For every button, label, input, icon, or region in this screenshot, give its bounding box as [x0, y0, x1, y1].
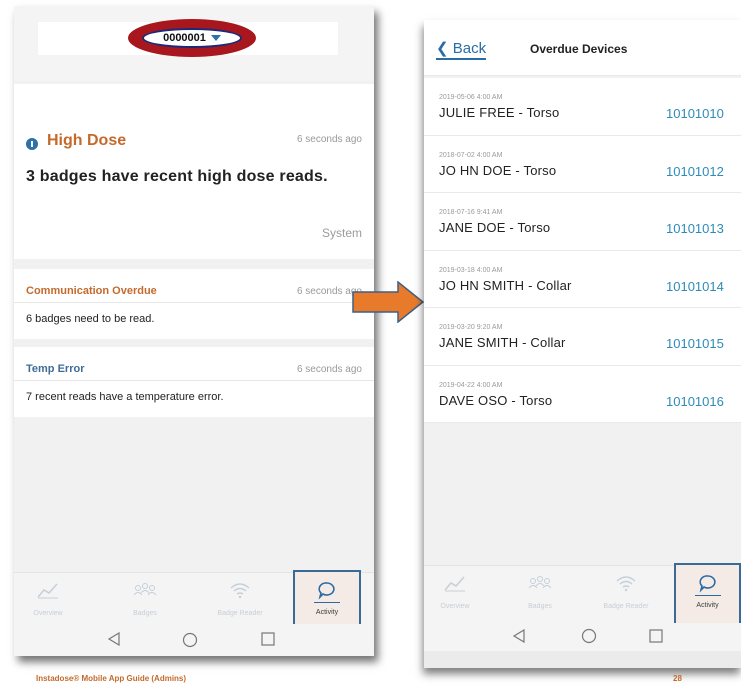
card-divider: [14, 380, 374, 381]
tab-label: Activity: [696, 602, 719, 609]
device-date: 2019-05-06 4:00 AM: [439, 94, 503, 101]
device-serial: 10101014: [666, 278, 724, 294]
home-circle-icon[interactable]: [581, 628, 597, 646]
info-icon: [26, 138, 38, 150]
back-triangle-icon[interactable]: [512, 628, 526, 645]
speech-bubble-icon: [698, 573, 718, 593]
temp-error-card[interactable]: Temp Error 6 seconds ago 7 recent reads …: [14, 347, 374, 417]
dropdown-triangle-icon: [210, 35, 221, 41]
page-title: Overdue Devices: [530, 42, 628, 56]
device-selector[interactable]: 0000001: [142, 28, 242, 48]
tab-activity[interactable]: Activity: [293, 570, 361, 626]
device-wearer: JO HN SMITH - Collar: [439, 277, 572, 293]
device-serial: 10101010: [666, 106, 724, 121]
list-item[interactable]: 2019-03-18 4:00 AM JO HN SMITH - Collar …: [424, 251, 741, 308]
temp-error-time: 6 seconds ago: [296, 364, 362, 375]
home-circle-icon[interactable]: [182, 632, 198, 650]
android-nav-bar: [14, 624, 374, 656]
temp-error-message: 7 recent reads have a temperature error.: [26, 391, 224, 403]
wifi-icon: [229, 581, 251, 601]
back-button[interactable]: ❮ Back: [436, 39, 487, 60]
device-wearer: JANE DOE - Torso: [439, 220, 551, 235]
transition-arrow-icon: [352, 281, 424, 323]
tab-label: Overview: [33, 610, 63, 617]
tab-label: Badges: [528, 603, 552, 610]
high-dose-card[interactable]: High Dose 6 seconds ago 3 badges have re…: [14, 84, 374, 259]
device-serial: 10101016: [666, 393, 724, 409]
device-selector-highlight: 0000001: [128, 19, 256, 57]
temp-error-title: Temp Error: [26, 363, 85, 375]
trend-line-icon: [37, 581, 59, 601]
activity-header: 0000001: [14, 6, 374, 81]
tab-label: Badge Reader: [217, 610, 263, 617]
device-date: 2018-07-02 4:00 AM: [439, 151, 503, 159]
communication-overdue-message: 6 badges need to be read.: [26, 313, 155, 325]
list-item[interactable]: 2018-07-16 9:41 AM JANE DOE - Torso 1010…: [424, 193, 741, 251]
tab-overview[interactable]: Overview: [20, 573, 76, 625]
people-group-icon: [131, 581, 159, 601]
phone-bottom-bezel: [424, 651, 741, 668]
high-dose-message: 3 badges have recent high dose reads.: [26, 168, 328, 185]
list-item[interactable]: 2018-07-02 4:00 AM JO HN DOE - Torso 101…: [424, 136, 741, 193]
device-id-value: 0000001: [163, 32, 206, 44]
device-date: 2018-07-16 9:41 AM: [439, 209, 503, 216]
bottom-tab-bar: Overview Badges Badge Reader Activity: [424, 563, 741, 625]
activity-screen: 0000001 High Dose 6 seconds ago 3 badges…: [14, 6, 374, 656]
device-wearer: JO HN DOE - Torso: [439, 162, 557, 178]
device-serial: 10101015: [666, 336, 724, 351]
recents-square-icon[interactable]: [649, 629, 663, 645]
communication-overdue-title: Communication Overdue: [26, 285, 157, 297]
overdue-devices-screen: ❮ Back Overdue Devices 2019-05-06 4:00 A…: [424, 20, 741, 668]
communication-overdue-card[interactable]: Communication Overdue 6 seconds ago 6 ba…: [14, 269, 374, 339]
people-group-icon: [526, 574, 554, 594]
overdue-device-list: 2019-05-06 4:00 AM JULIE FREE - Torso 10…: [424, 78, 741, 423]
android-nav-bar: [424, 623, 741, 651]
device-date: 2019-03-18 4:00 AM: [439, 266, 503, 274]
list-item[interactable]: 2019-03-20 9:20 AM JANE SMITH - Collar 1…: [424, 308, 741, 366]
tab-overview[interactable]: Overview: [430, 566, 480, 618]
chevron-left-icon: ❮: [436, 40, 449, 57]
trend-line-icon: [444, 574, 466, 594]
back-label: Back: [452, 40, 487, 57]
tab-badges[interactable]: Badges: [510, 566, 570, 618]
recents-square-icon[interactable]: [261, 632, 275, 648]
back-triangle-icon[interactable]: [107, 631, 121, 648]
device-date: 2019-03-20 9:20 AM: [439, 324, 503, 331]
wifi-icon: [615, 574, 637, 594]
tab-badge-reader[interactable]: Badge Reader: [588, 566, 664, 618]
overdue-devices-header: ❮ Back Overdue Devices: [424, 20, 741, 76]
page-number: 28: [673, 674, 682, 683]
tab-label: Overview: [440, 603, 470, 610]
guide-title: Instadose® Mobile App Guide (Admins): [36, 674, 187, 683]
page: 0000001 High Dose 6 seconds ago 3 badges…: [0, 0, 741, 687]
high-dose-time: 6 seconds ago: [296, 134, 362, 145]
tab-badges[interactable]: Badges: [110, 573, 180, 625]
device-date: 2019-04-22 4:00 AM: [439, 381, 503, 389]
device-serial: 10101013: [666, 221, 724, 236]
card-divider: [14, 302, 374, 303]
device-serial: 10101012: [666, 163, 724, 179]
device-wearer: DAVE OSO - Torso: [439, 392, 553, 408]
device-wearer: JANE SMITH - Collar: [439, 335, 566, 350]
list-item[interactable]: 2019-04-22 4:00 AM DAVE OSO - Torso 1010…: [424, 366, 741, 423]
tab-badge-reader[interactable]: Badge Reader: [200, 573, 280, 625]
tab-activity[interactable]: Activity: [674, 563, 741, 625]
high-dose-title: High Dose: [47, 132, 127, 149]
bottom-tab-bar: Overview Badges Badge Reader Activity: [14, 570, 374, 626]
active-tab-indicator: [314, 602, 340, 603]
speech-bubble-icon: [317, 580, 337, 600]
list-item[interactable]: 2019-05-06 4:00 AM JULIE FREE - Torso 10…: [424, 78, 741, 136]
high-dose-source: System: [321, 226, 362, 240]
device-wearer: JULIE FREE - Torso: [439, 105, 560, 120]
tab-label: Badge Reader: [603, 603, 649, 610]
tab-label: Badges: [133, 610, 157, 617]
tab-label: Activity: [315, 609, 339, 616]
active-tab-indicator: [694, 595, 721, 596]
